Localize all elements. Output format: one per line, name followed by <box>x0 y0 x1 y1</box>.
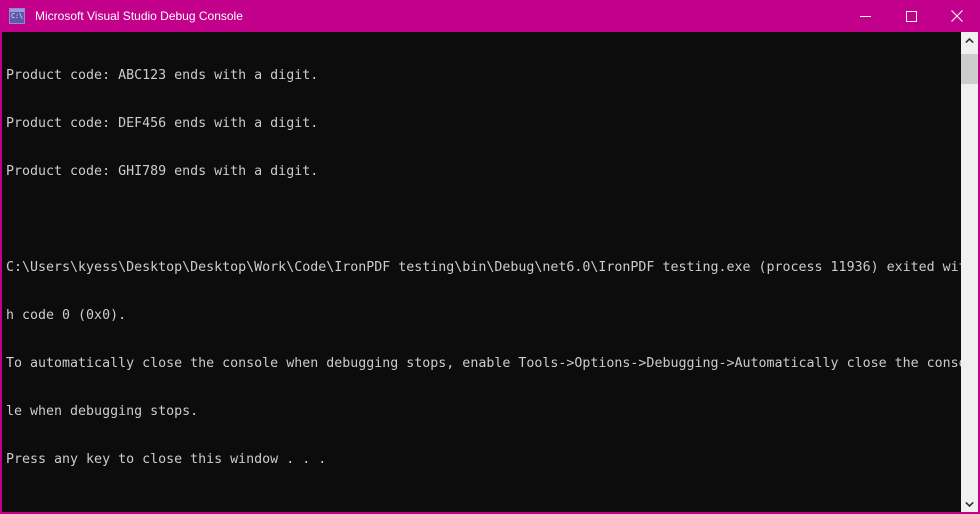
window-controls <box>842 0 980 32</box>
console-body: Product code: ABC123 ends with a digit. … <box>0 32 980 514</box>
console-app-icon-label: C:\ <box>11 12 23 20</box>
vertical-scrollbar[interactable] <box>961 32 978 512</box>
console-line: To automatically close the console when … <box>6 356 961 371</box>
scrollbar-thumb[interactable] <box>961 54 978 84</box>
title-bar-left: C:\ Microsoft Visual Studio Debug Consol… <box>0 8 842 24</box>
console-app-icon: C:\ <box>9 8 25 24</box>
console-line: C:\Users\kyess\Desktop\Desktop\Work\Code… <box>6 260 961 275</box>
console-line: h code 0 (0x0). <box>6 308 127 323</box>
console-output[interactable]: Product code: ABC123 ends with a digit. … <box>2 32 961 512</box>
console-line: Press any key to close this window . . . <box>6 452 327 467</box>
close-button[interactable] <box>934 0 980 32</box>
console-line: Product code: DEF456 ends with a digit. <box>6 116 319 131</box>
scroll-down-arrow-icon[interactable] <box>961 495 978 512</box>
maximize-button[interactable] <box>888 0 934 32</box>
console-line: Product code: ABC123 ends with a digit. <box>6 68 319 83</box>
title-bar[interactable]: C:\ Microsoft Visual Studio Debug Consol… <box>0 0 980 32</box>
console-line: Product code: GHI789 ends with a digit. <box>6 164 319 179</box>
window-title: Microsoft Visual Studio Debug Console <box>35 9 243 23</box>
console-window: C:\ Microsoft Visual Studio Debug Consol… <box>0 0 980 514</box>
minimize-button[interactable] <box>842 0 888 32</box>
scroll-up-arrow-icon[interactable] <box>961 32 978 49</box>
console-line: le when debugging stops. <box>6 404 199 419</box>
scrollbar-track[interactable] <box>961 49 978 495</box>
